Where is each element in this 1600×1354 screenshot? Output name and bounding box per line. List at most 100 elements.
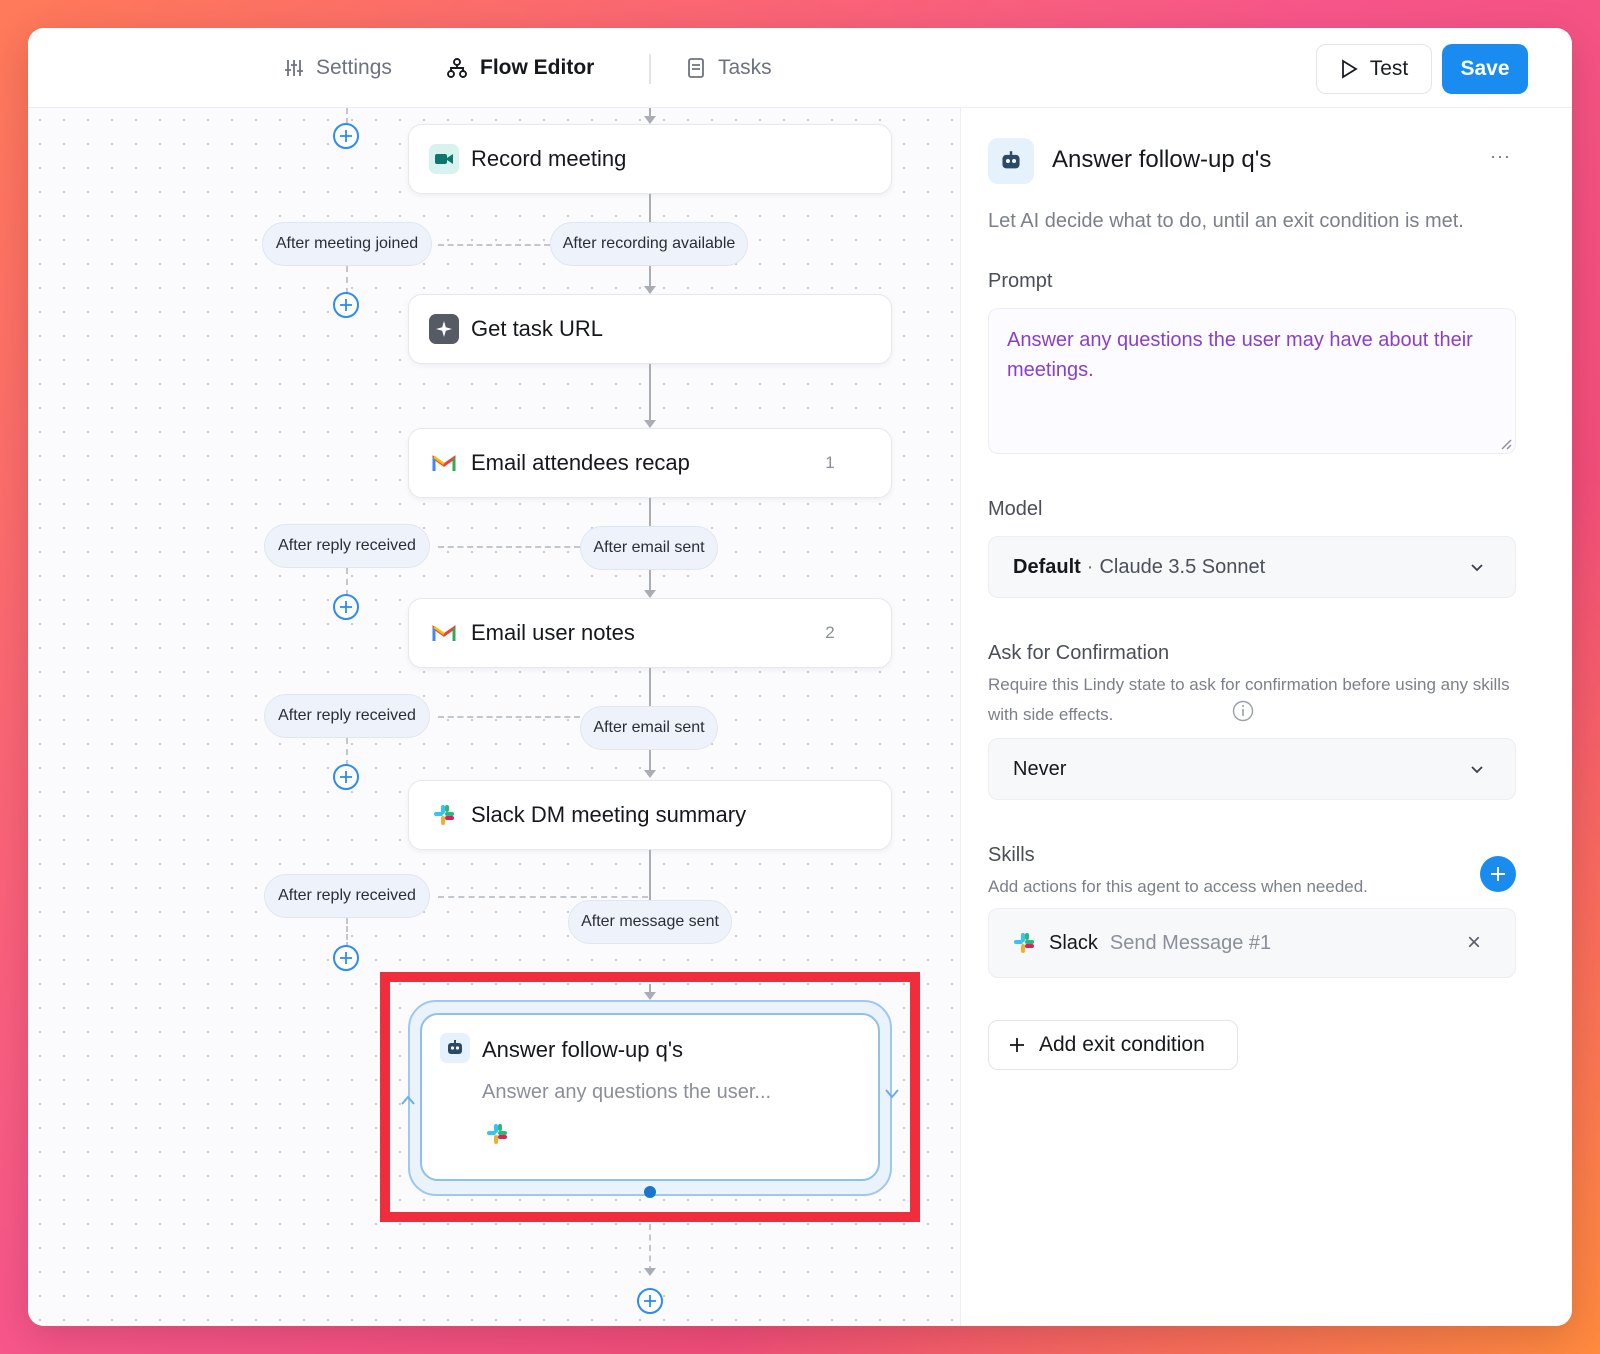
connector-dashed bbox=[346, 266, 348, 294]
loop-handle[interactable] bbox=[644, 1186, 656, 1198]
plus-icon bbox=[340, 130, 352, 142]
confirmation-label: Ask for Confirmation bbox=[988, 642, 1170, 664]
node-title: Record meeting bbox=[471, 146, 627, 171]
flow-node-slack-dm-summary[interactable]: Slack DM meeting summary bbox=[408, 780, 892, 850]
connector-dashed bbox=[438, 716, 580, 718]
tab-settings-label: Settings bbox=[316, 56, 392, 79]
model-select[interactable]: Default · Claude 3.5 Sonnet bbox=[988, 536, 1516, 598]
flow-node-email-user-notes[interactable]: Email user notes 2 bbox=[408, 598, 892, 668]
node-title: Email user notes bbox=[471, 620, 635, 645]
play-icon bbox=[1341, 59, 1358, 79]
test-button-label: Test bbox=[1369, 57, 1409, 80]
connector-dashed bbox=[649, 1224, 651, 1272]
branch-after-reply-received[interactable]: After reply received bbox=[264, 524, 430, 568]
nav-divider bbox=[649, 54, 651, 84]
tab-tasks-label: Tasks bbox=[718, 56, 772, 79]
info-icon[interactable] bbox=[1232, 700, 1254, 722]
skill-action: Send Message #1 bbox=[1109, 931, 1272, 954]
flow-node-record-meeting[interactable]: Record meeting bbox=[408, 124, 892, 194]
arrow-down-icon bbox=[644, 1268, 656, 1276]
node-title: Email attendees recap bbox=[471, 450, 690, 475]
connector bbox=[649, 364, 651, 422]
node-count: 1 bbox=[825, 453, 835, 472]
slack-icon bbox=[1014, 933, 1034, 953]
tasks-icon bbox=[688, 58, 704, 78]
prompt-textarea[interactable]: Answer any questions the user may have a… bbox=[988, 308, 1516, 454]
loop-arrow-up-icon bbox=[401, 1095, 415, 1105]
tab-flow-editor-label: Flow Editor bbox=[480, 56, 595, 79]
flow-canvas[interactable]: Record meeting After meeting joined Afte… bbox=[28, 108, 961, 1326]
remove-skill-button[interactable]: × bbox=[1467, 929, 1481, 957]
arrow-down-icon bbox=[644, 420, 656, 428]
skills-description: Add actions for this agent to access whe… bbox=[988, 877, 1368, 896]
properties-panel: Answer follow-up q's ··· Let AI decide w… bbox=[962, 108, 1572, 1326]
branch-after-reply-received[interactable]: After reply received bbox=[264, 874, 430, 918]
tab-tasks[interactable]: Tasks bbox=[686, 50, 772, 86]
connector-dashed bbox=[438, 244, 550, 246]
more-options-button[interactable]: ··· bbox=[1490, 146, 1511, 167]
resize-handle-icon[interactable] bbox=[1500, 438, 1512, 450]
connector bbox=[649, 750, 651, 772]
branch-after-recording-available[interactable]: After recording available bbox=[550, 222, 748, 266]
tab-flow-editor[interactable]: Flow Editor bbox=[446, 50, 594, 86]
branch-after-reply-received[interactable]: After reply received bbox=[264, 694, 430, 738]
agent-node-subtitle: Answer any questions the user... bbox=[482, 1081, 772, 1103]
add-step-button[interactable] bbox=[333, 594, 359, 620]
model-label: Model bbox=[988, 498, 1043, 520]
add-step-button[interactable] bbox=[333, 945, 359, 971]
connector-dashed bbox=[346, 738, 348, 766]
plus-icon bbox=[644, 1295, 656, 1307]
model-separator: · bbox=[1086, 555, 1094, 578]
add-step-button[interactable] bbox=[637, 1288, 663, 1314]
test-button[interactable]: Test bbox=[1316, 44, 1432, 94]
flow-icon bbox=[447, 58, 467, 78]
model-name: Claude 3.5 Sonnet bbox=[1099, 555, 1266, 578]
add-exit-condition-button[interactable]: Add exit condition bbox=[988, 1020, 1238, 1070]
agent-node-title: Answer follow-up q's bbox=[482, 1037, 684, 1062]
connector bbox=[649, 850, 651, 900]
flow-node-get-task-url[interactable]: Get task URL bbox=[408, 294, 892, 364]
chevron-down-icon bbox=[1471, 564, 1483, 572]
node-count: 2 bbox=[825, 623, 835, 642]
flow-node-answer-follow-up[interactable]: Answer follow-up q's Answer any question… bbox=[420, 1013, 880, 1181]
plus-icon bbox=[1491, 867, 1505, 881]
panel-title: Answer follow-up q's bbox=[1052, 146, 1272, 173]
flow-node-email-attendees-recap[interactable]: Email attendees recap 1 bbox=[408, 428, 892, 498]
add-exit-condition-label: Add exit condition bbox=[1039, 1033, 1205, 1056]
connector-dashed bbox=[346, 108, 348, 124]
skill-item[interactable]: Slack Send Message #1 × bbox=[988, 908, 1516, 978]
branch-after-meeting-joined[interactable]: After meeting joined bbox=[262, 222, 432, 266]
gmail-icon bbox=[429, 448, 459, 478]
slack-icon bbox=[429, 800, 459, 830]
arrow-down-icon bbox=[644, 992, 656, 1000]
add-step-button[interactable] bbox=[333, 123, 359, 149]
branch-after-email-sent[interactable]: After email sent bbox=[580, 526, 718, 570]
confirmation-value: Never bbox=[1013, 757, 1067, 780]
branch-after-message-sent[interactable]: After message sent bbox=[568, 900, 732, 944]
plus-icon bbox=[340, 771, 352, 783]
gmail-icon bbox=[429, 618, 459, 648]
arrow-down-icon bbox=[644, 590, 656, 598]
branch-after-email-sent[interactable]: After email sent bbox=[580, 706, 718, 750]
connector bbox=[649, 668, 651, 708]
node-title: Slack DM meeting summary bbox=[471, 802, 747, 827]
add-step-button[interactable] bbox=[333, 764, 359, 790]
connector-dashed bbox=[438, 546, 580, 548]
sliders-icon bbox=[285, 60, 303, 76]
tab-settings[interactable]: Settings bbox=[284, 50, 392, 86]
connector-dashed bbox=[438, 896, 648, 898]
panel-description: Let AI decide what to do, until an exit … bbox=[988, 210, 1464, 232]
robot-icon bbox=[988, 138, 1034, 184]
save-button[interactable]: Save bbox=[1442, 44, 1528, 94]
video-camera-icon bbox=[429, 144, 459, 174]
plus-icon bbox=[340, 952, 352, 964]
connector bbox=[649, 570, 651, 592]
app-window: Settings Flow Editor Tasks Test Save Rec… bbox=[28, 28, 1572, 1326]
top-bar: Settings Flow Editor Tasks Test Save bbox=[28, 28, 1572, 108]
prompt-label: Prompt bbox=[988, 270, 1053, 292]
add-skill-button[interactable] bbox=[1480, 856, 1516, 892]
arrow-down-icon bbox=[644, 770, 656, 778]
confirmation-select[interactable]: Never bbox=[988, 738, 1516, 800]
add-step-button[interactable] bbox=[333, 292, 359, 318]
arrow-down-icon bbox=[644, 286, 656, 294]
